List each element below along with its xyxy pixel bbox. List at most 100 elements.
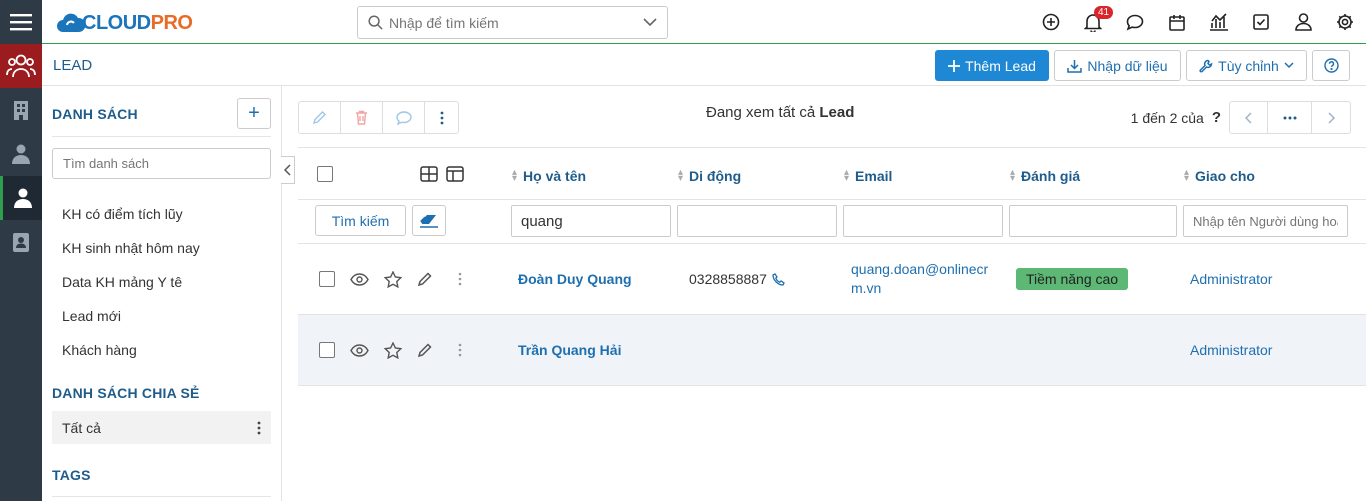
view-eye-icon[interactable] — [350, 315, 369, 385]
column-layout-icon[interactable] — [446, 166, 464, 182]
chevron-down-icon — [1284, 62, 1294, 69]
sidebar-item-healthcare[interactable]: Data KH mảng Y tê — [62, 274, 182, 290]
table-row[interactable]: Trần Quang Hải Administrator — [298, 315, 1366, 386]
sidebar-item-loyalty[interactable]: KH có điểm tích lũy — [62, 206, 183, 222]
lead-person-icon[interactable] — [0, 176, 42, 220]
next-page-icon[interactable] — [1312, 102, 1350, 133]
sort-icon: ▴ ▾ — [1184, 167, 1190, 184]
phone-call-icon[interactable] — [772, 272, 785, 286]
filter-assignee-input[interactable] — [1183, 205, 1348, 237]
sort-icon: ▴ ▾ — [844, 167, 850, 184]
row-kebab-icon[interactable] — [458, 315, 462, 385]
chevron-down-icon[interactable] — [643, 18, 657, 27]
global-search[interactable] — [357, 6, 668, 39]
filter-search-button[interactable]: Tìm kiếm — [315, 205, 406, 236]
list-sidebar: DANH SÁCH + KH có điểm tích lũy KH sinh … — [42, 86, 282, 501]
column-label-email: Email — [855, 168, 893, 184]
reports-chart-icon[interactable] — [1198, 0, 1240, 44]
filter-email-input[interactable] — [843, 205, 1003, 237]
add-lead-label: Thêm Lead — [965, 57, 1036, 74]
kebab-menu-icon[interactable] — [257, 421, 261, 435]
user-profile-icon[interactable] — [1282, 0, 1324, 44]
customize-button[interactable]: Tùy chỉnh — [1186, 50, 1307, 81]
shared-list-item-label: Tất cả — [62, 419, 101, 436]
wrench-icon — [1199, 59, 1213, 73]
viewing-module: Lead — [819, 104, 855, 121]
rating-badge: Tiềm năng cao — [1016, 268, 1129, 290]
more-actions-icon[interactable] — [425, 102, 458, 133]
select-all-checkbox[interactable] — [317, 166, 333, 182]
column-label-assignee: Giao cho — [1195, 168, 1255, 184]
clear-filter-eraser-icon[interactable] — [412, 205, 446, 236]
building-icon[interactable] — [0, 88, 42, 132]
mass-action-toolbar — [298, 101, 459, 134]
comment-bubble-icon[interactable] — [383, 102, 425, 133]
filter-rating-input[interactable] — [1009, 205, 1177, 237]
filter-name-input[interactable] — [511, 205, 671, 237]
column-header-email[interactable]: ▴ ▾ Email — [844, 167, 893, 185]
edit-pencil-icon[interactable] — [299, 102, 341, 133]
lead-name-link[interactable]: Đoàn Duy Quang — [518, 271, 632, 287]
assignee-link[interactable]: Administrator — [1190, 271, 1272, 287]
help-button[interactable] — [1312, 50, 1350, 81]
delete-trash-icon[interactable] — [341, 102, 383, 133]
prev-page-icon[interactable] — [1230, 102, 1268, 133]
search-input[interactable] — [389, 14, 643, 31]
row-edit-pencil-icon[interactable] — [417, 244, 433, 314]
assignee-link[interactable]: Administrator — [1190, 342, 1272, 358]
download-icon — [1067, 59, 1083, 73]
cloudpro-logo[interactable]: CLOUDPRO — [56, 9, 193, 37]
task-checkbox-icon[interactable] — [1240, 0, 1282, 44]
lead-mobile: 0328858887 — [689, 271, 767, 287]
column-header-assignee[interactable]: ▴ ▾ Giao cho — [1184, 167, 1255, 185]
pagination: 1 đến 2 của ? — [1131, 101, 1351, 134]
import-data-label: Nhập dữ liệu — [1087, 57, 1168, 74]
page-jump-ellipsis-icon[interactable] — [1268, 102, 1312, 133]
chat-bubble-icon[interactable] — [1114, 0, 1156, 44]
add-circle-icon[interactable] — [1030, 0, 1072, 44]
column-header-rating[interactable]: ▴ ▾ Đánh giá — [1010, 167, 1080, 185]
column-header-mobile[interactable]: ▴ ▾ Di động — [678, 167, 741, 185]
filter-mobile-input[interactable] — [677, 205, 837, 237]
help-question-icon — [1323, 58, 1339, 73]
sort-icon: ▴ ▾ — [678, 167, 684, 184]
contact-tie-icon[interactable] — [0, 132, 42, 176]
tags-heading: TAGS — [52, 467, 91, 483]
module-title[interactable]: LEAD — [53, 57, 92, 74]
contact-card-icon[interactable] — [0, 220, 42, 264]
app-rail — [0, 0, 42, 501]
total-count-query[interactable]: ? — [1212, 109, 1221, 126]
paging-text: 1 đến 2 của — [1130, 109, 1204, 126]
view-eye-icon[interactable] — [350, 244, 369, 314]
row-kebab-icon[interactable] — [458, 244, 462, 314]
table-row[interactable]: Đoàn Duy Quang 0328858887 quang.doan@onl… — [298, 244, 1366, 315]
add-lead-button[interactable]: Thêm Lead — [935, 50, 1049, 81]
collapse-sidebar-toggle[interactable] — [281, 156, 295, 184]
add-list-button[interactable]: + — [237, 98, 271, 129]
row-edit-pencil-icon[interactable] — [417, 315, 433, 385]
star-icon[interactable] — [384, 315, 402, 385]
hamburger-menu-icon[interactable] — [0, 0, 42, 44]
sidebar-item-new-lead[interactable]: Lead mới — [62, 308, 121, 324]
settings-gear-icon[interactable] — [1324, 0, 1366, 44]
notification-bell-icon[interactable]: 41 — [1072, 0, 1114, 44]
column-header-name[interactable]: ▴ ▾ Họ và tên — [512, 168, 586, 185]
calendar-icon[interactable] — [1156, 0, 1198, 44]
shared-list-item-all[interactable]: Tất cả — [52, 411, 271, 444]
lead-email-link[interactable]: quang.doan@onlinecrm.vn — [851, 260, 993, 298]
row-checkbox[interactable] — [319, 315, 335, 385]
customers-module-icon[interactable] — [0, 44, 42, 88]
lead-name-link[interactable]: Trần Quang Hải — [518, 342, 621, 358]
list-search-input[interactable] — [52, 148, 271, 179]
star-icon[interactable] — [384, 244, 402, 314]
sidebar-item-customers[interactable]: Khách hàng — [62, 342, 137, 358]
import-data-button[interactable]: Nhập dữ liệu — [1054, 50, 1181, 81]
grid-layout-icon[interactable] — [420, 166, 438, 182]
plus-icon — [948, 59, 961, 72]
lead-list-view: Đang xem tất cả Lead 1 đến 2 của ? ▴ ▾ Họ… — [298, 86, 1366, 501]
logo-text-accent: PRO — [150, 11, 193, 34]
sidebar-item-birthday[interactable]: KH sinh nhật hôm nay — [62, 240, 200, 256]
sort-icon: ▴ ▾ — [1010, 167, 1016, 184]
notification-count-badge: 41 — [1094, 6, 1114, 19]
row-checkbox[interactable] — [319, 244, 335, 314]
